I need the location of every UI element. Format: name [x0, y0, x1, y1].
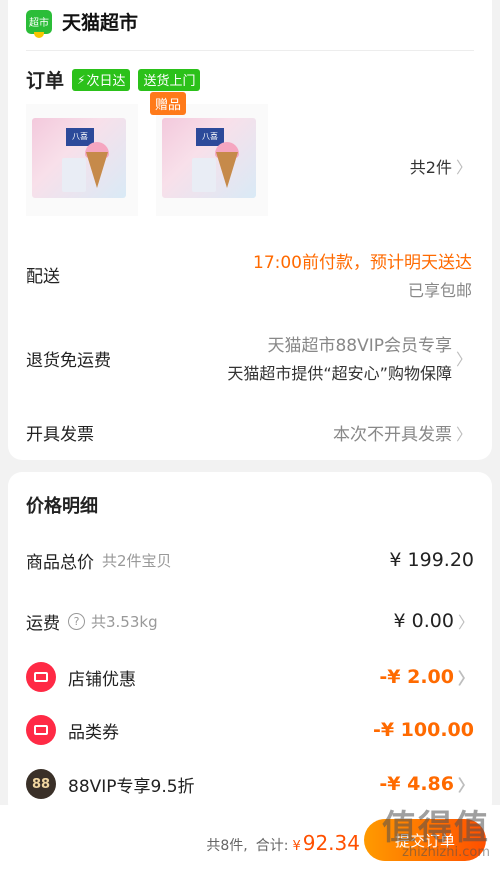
returns-label: 退货免运费 [26, 351, 111, 371]
returns-line-1: 天猫超市88VIP会员专享 [267, 336, 452, 356]
gift-badge: 赠品 [150, 92, 187, 115]
shop-discount-value: -¥ 2.00 [379, 666, 454, 688]
invoice-label: 开具发票 [26, 425, 94, 445]
divider [26, 50, 474, 51]
freight-value: ¥ 0.00 [393, 610, 454, 632]
goods-total-value: ¥ 199.20 [389, 549, 474, 571]
freight-value-wrap: ¥ 0.00 〉 [394, 609, 474, 633]
free-shipping: 已享包邮 [407, 281, 472, 300]
freight-weight: 共3.53kg [91, 612, 158, 631]
vip-discount-row[interactable]: 88 88VIP专享9.5折 -¥ 4.86 〉 [26, 769, 474, 799]
order-title: 订单 [26, 70, 65, 92]
item-count-link[interactable]: 共2件〉 [410, 154, 472, 178]
category-coupon-value: -¥ 100.00 [372, 719, 474, 741]
shop-discount-value-wrap: -¥ 2.00 〉 [379, 665, 474, 689]
delivery-label: 配送 [26, 267, 60, 287]
product-pack-shape [62, 158, 86, 192]
lightning-icon: ⚡ [77, 72, 86, 87]
invoice-value: 本次不开具发票 [332, 425, 452, 445]
help-icon[interactable]: ? [68, 612, 85, 630]
freight-row[interactable]: 运费 ? 共3.53kg ¥ 0.00 〉 [26, 606, 474, 636]
store-header[interactable]: 超市 天猫超市 [26, 8, 139, 38]
goods-total-label: 商品总价 [26, 552, 94, 573]
coupon-icon [26, 715, 56, 745]
invoice-link[interactable]: 本次不开具发票〉 [333, 420, 472, 445]
chevron-right-icon: 〉 [455, 158, 472, 177]
order-header: 订单 ⚡ 次日达 送货上门 [26, 66, 208, 93]
vip-discount-value: -¥ 4.86 [379, 773, 454, 795]
chevron-right-icon: 〉 [455, 425, 472, 444]
delivery-info: 17:00前付款，预计明天送达 已享包邮 [253, 248, 472, 301]
tag-next-day-label: 次日达 [86, 74, 126, 89]
category-coupon-row[interactable]: 品类券 -¥ 100.00 [26, 715, 474, 745]
goods-total-row: 商品总价 共2件宝贝 ¥ 199.20 [26, 545, 474, 575]
total-amount: 92.34 [302, 831, 360, 855]
total-label: 合计: [255, 838, 289, 854]
watermark-glyphs: 值得值 [382, 808, 490, 848]
ice-cream-cone-shape [86, 152, 108, 188]
delivery-promise: 17:00前付款，预计明天送达 [253, 253, 472, 273]
store-logo-text: 超市 [29, 18, 49, 29]
category-coupon-label: 品类券 [68, 722, 119, 743]
item-count: 共2件 [409, 158, 452, 177]
product-image: 八喜 [162, 118, 256, 198]
gift-product-thumbnail[interactable]: 八喜 赠品 [150, 92, 268, 216]
watermark: 值得值 zhizhizhi.com [382, 800, 490, 860]
store-logo-icon: 超市 [26, 9, 52, 38]
currency-symbol: ¥ [292, 839, 301, 854]
chevron-right-icon: 〉 [457, 613, 474, 632]
freight-label: 运费 [26, 613, 60, 634]
tag-next-day: ⚡ 次日达 [72, 68, 131, 91]
returns-info[interactable]: 天猫超市88VIP会员专享 天猫超市提供“超安心”购物保障 〉 [227, 331, 472, 384]
product-pack-shape [192, 158, 216, 192]
ice-cream-cone-shape [216, 152, 238, 188]
vip-discount-label: 88VIP专享9.5折 [68, 776, 195, 797]
tag-door-delivery-label: 送货上门 [143, 74, 196, 89]
coupon-icon [26, 662, 56, 692]
tag-door-delivery: 送货上门 [138, 68, 201, 91]
product-thumbnail[interactable]: 八喜 [26, 104, 138, 216]
chevron-right-icon: 〉 [455, 349, 472, 369]
vip-88-icon: 88 [26, 769, 56, 799]
price-detail-card: 价格明细 商品总价 共2件宝贝 ¥ 199.20 运费 ? 共3.53kg ¥ … [8, 472, 492, 817]
returns-line-2: 天猫超市提供“超安心”购物保障 [227, 364, 452, 383]
vip-discount-value-wrap: -¥ 4.86 〉 [379, 772, 474, 796]
store-name: 天猫超市 [62, 12, 139, 34]
chevron-right-icon: 〉 [457, 776, 474, 795]
checkout-summary: 共8件, 合计: ¥ 92.34 [206, 831, 360, 855]
shop-discount-label: 店铺优惠 [68, 669, 136, 690]
product-image: 八喜 [32, 118, 126, 198]
shop-discount-row[interactable]: 店铺优惠 -¥ 2.00 〉 [26, 662, 474, 692]
order-card: 超市 天猫超市 订单 ⚡ 次日达 送货上门 八喜 八喜 赠品 共2件〉 配送 17… [8, 0, 492, 460]
chevron-right-icon: 〉 [457, 669, 474, 688]
item-total-count: 共8件, [206, 838, 248, 854]
goods-total-sub: 共2件宝贝 [102, 551, 172, 570]
price-detail-title: 价格明细 [26, 496, 98, 517]
